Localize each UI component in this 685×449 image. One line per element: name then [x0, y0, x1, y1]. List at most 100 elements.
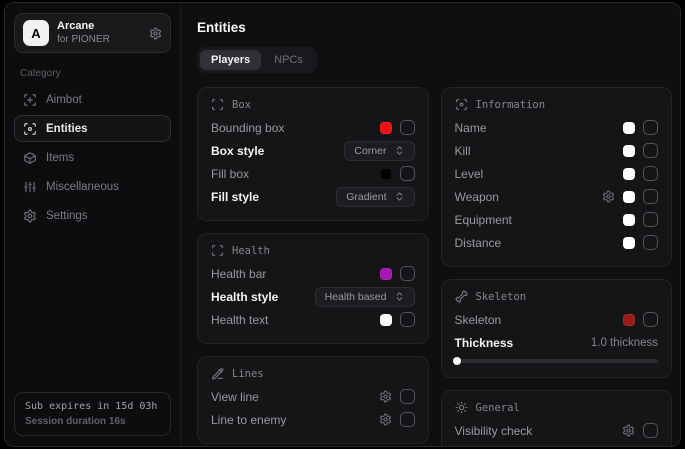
sidebar-item-entities[interactable]: Entities — [14, 115, 171, 142]
frame-scan-icon — [211, 244, 224, 257]
setting-label: Health style — [211, 290, 278, 304]
category-label: Category — [20, 68, 165, 79]
dropdown[interactable]: Health based — [315, 287, 415, 307]
tab-players[interactable]: Players — [200, 50, 261, 70]
slider-thumb[interactable] — [453, 357, 461, 365]
sidebar-item-aimbot[interactable]: Aimbot — [14, 86, 171, 113]
row-controls — [602, 189, 658, 204]
color-swatch[interactable] — [623, 145, 635, 157]
color-swatch[interactable] — [380, 122, 392, 134]
color-swatch[interactable] — [623, 191, 635, 203]
row-controls — [380, 166, 415, 181]
row-controls: Gradient — [336, 187, 414, 207]
app-subtitle: for PIONER — [57, 34, 141, 47]
color-swatch[interactable] — [380, 168, 392, 180]
setting-label: Health bar — [211, 267, 266, 281]
row-controls — [380, 312, 415, 327]
panel-title: Information — [476, 99, 546, 111]
row-controls — [623, 312, 658, 327]
dropdown[interactable]: Gradient — [336, 187, 414, 207]
checkbox[interactable] — [643, 212, 658, 227]
setting-label: Box style — [211, 144, 264, 158]
row-controls — [623, 143, 658, 158]
scan-eye-icon — [23, 122, 37, 136]
gear-icon[interactable] — [622, 424, 635, 437]
sidebar-item-label: Items — [46, 152, 74, 164]
checkbox[interactable] — [643, 166, 658, 181]
color-swatch[interactable] — [623, 237, 635, 249]
checkbox[interactable] — [643, 235, 658, 250]
checkbox[interactable] — [643, 312, 658, 327]
setting-row: Health style Health based — [211, 285, 415, 308]
sidebar-item-settings[interactable]: Settings — [14, 202, 171, 229]
setting-label: Name — [455, 121, 487, 135]
checkbox[interactable] — [400, 312, 415, 327]
sidebar-item-label: Miscellaneous — [46, 181, 119, 193]
bone-icon — [455, 290, 468, 303]
brand-header: A Arcane for PIONER — [14, 13, 171, 53]
sidebar-item-label: Entities — [46, 123, 88, 135]
checkbox[interactable] — [400, 120, 415, 135]
checkbox[interactable] — [400, 412, 415, 427]
dropdown-value: Health based — [325, 291, 387, 303]
color-swatch[interactable] — [623, 168, 635, 180]
setting-row: Thickness 1.0 thickness — [455, 331, 659, 354]
checkbox[interactable] — [643, 423, 658, 438]
tab-npcs[interactable]: NPCs — [263, 50, 314, 70]
crosshair-scan-icon — [23, 93, 37, 107]
gear-icon[interactable] — [149, 27, 162, 40]
chevrons-up-down-icon — [394, 291, 405, 302]
panel-header: Lines — [211, 367, 415, 380]
panel-header: Information — [455, 98, 659, 111]
sidebar-item-items[interactable]: Items — [14, 144, 171, 171]
scan-eye-icon — [455, 98, 468, 111]
setting-label: Line to enemy — [211, 413, 286, 427]
setting-row: Weapon — [455, 185, 659, 208]
panel-general: GeneralVisibility checkMax distance500m — [441, 390, 673, 447]
checkbox[interactable] — [643, 189, 658, 204]
chevrons-up-down-icon — [394, 191, 405, 202]
dropdown[interactable]: Corner — [344, 141, 414, 161]
page-title: Entities — [197, 20, 672, 35]
gear-icon[interactable] — [379, 390, 392, 403]
main-content: Entities PlayersNPCs BoxBounding boxBox … — [181, 3, 680, 446]
gear-icon[interactable] — [379, 413, 392, 426]
row-controls — [379, 389, 415, 404]
row-controls: 1.0 thickness — [591, 337, 658, 349]
row-controls — [623, 120, 658, 135]
checkbox[interactable] — [643, 143, 658, 158]
pencil-line-icon — [211, 367, 224, 380]
gear-icon[interactable] — [602, 190, 615, 203]
checkbox[interactable] — [643, 120, 658, 135]
panel-column-right: InformationNameKillLevelWeaponEquipmentD… — [441, 87, 673, 447]
color-swatch[interactable] — [380, 268, 392, 280]
setting-label: Health text — [211, 313, 268, 327]
subscription-info: Sub expires in 15d 03h Session duration … — [14, 392, 171, 436]
session-duration-text: Session duration 16s — [25, 416, 160, 427]
setting-label: Bounding box — [211, 121, 284, 135]
setting-label: Thickness — [455, 336, 514, 350]
setting-label: Weapon — [455, 190, 499, 204]
color-swatch[interactable] — [623, 122, 635, 134]
setting-row: Health bar — [211, 262, 415, 285]
sidebar-item-miscellaneous[interactable]: Miscellaneous — [14, 173, 171, 200]
panel-header: Health — [211, 244, 415, 257]
panel-title: Lines — [232, 368, 264, 380]
color-swatch[interactable] — [623, 214, 635, 226]
row-controls: Corner — [344, 141, 414, 161]
row-controls — [380, 120, 415, 135]
sliders-icon — [23, 180, 37, 194]
sub-expiry-text: Sub expires in 15d 03h — [25, 401, 160, 412]
setting-row: Health text — [211, 308, 415, 331]
color-swatch[interactable] — [380, 314, 392, 326]
dropdown-value: Gradient — [346, 191, 386, 203]
checkbox[interactable] — [400, 166, 415, 181]
panel-skeleton: SkeletonSkeletonThickness1.0 thickness — [441, 279, 673, 378]
checkbox[interactable] — [400, 266, 415, 281]
color-swatch[interactable] — [623, 314, 635, 326]
slider[interactable] — [455, 359, 659, 363]
checkbox[interactable] — [400, 389, 415, 404]
row-controls — [623, 166, 658, 181]
setting-row: Visibility check — [455, 419, 659, 442]
gear-icon — [23, 209, 37, 223]
